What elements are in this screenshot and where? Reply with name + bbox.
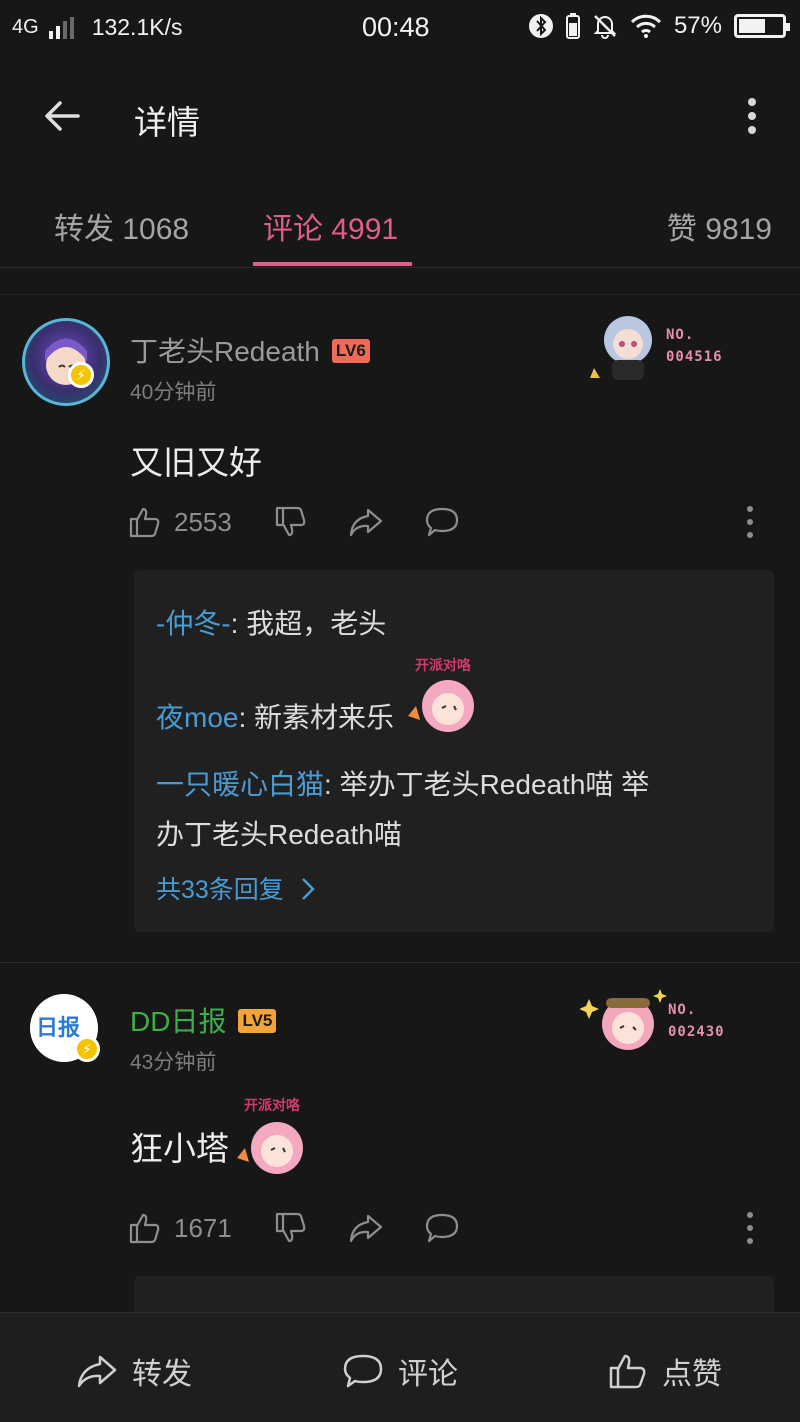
view-replies-label: 共33条回复 <box>156 876 284 904</box>
comment-button[interactable]: 评论 <box>342 1349 458 1393</box>
reply-preview-box[interactable] <box>134 1276 774 1316</box>
comment-more-icon[interactable] <box>746 504 754 540</box>
mute-bell-icon <box>593 15 617 39</box>
status-bar: 4G 132.1K/s 00:48 57% <box>0 0 800 56</box>
badge-no-value: 004516 <box>666 349 723 365</box>
battery-percent: 57% <box>673 12 722 39</box>
more-options-icon[interactable] <box>744 96 760 136</box>
fan-badge-number: NO. 004516 <box>666 324 723 368</box>
verified-icon: ⚡ <box>68 362 94 388</box>
comment-text: 又旧又好 <box>130 444 262 481</box>
repost-label: 转发 <box>132 1358 192 1391</box>
like-count: 2553 <box>174 506 232 537</box>
sticker-text: 开派对咯 <box>244 1097 301 1114</box>
tab-comments[interactable]: 评论 4991 <box>263 204 398 248</box>
fan-badge[interactable]: NO. 002430 <box>580 986 725 1056</box>
username-row: 丁老头Redeath LV6 <box>130 330 370 370</box>
badge-no-label: NO. <box>668 1002 697 1018</box>
tab-repost[interactable]: 转发 1068 <box>54 204 189 248</box>
reply-line: 夜moe: 新素材来乐 开派对咯 <box>156 656 484 736</box>
badge-no-label: NO. <box>666 327 695 343</box>
reply-line: 一只暖心白猫: 举办丁老头Redeath喵 举 办丁老头Redeath喵 <box>156 760 649 860</box>
reply-comment-icon[interactable] <box>424 1211 460 1245</box>
bluetooth-icon <box>528 14 553 38</box>
signal-icon <box>48 16 74 39</box>
username[interactable]: DD日报 <box>130 1006 226 1037</box>
like-post-button[interactable]: 点赞 <box>608 1349 722 1393</box>
level-badge: LV5 <box>238 1008 277 1033</box>
comment-icon <box>343 1354 383 1388</box>
tab-bar: 转发 1068 评论 4991 赞 9819 <box>0 176 800 268</box>
sticker-text: 开派对咯 <box>415 657 472 674</box>
avatar-art-icon <box>45 338 87 385</box>
thumb-down-icon[interactable] <box>274 1211 308 1245</box>
level-badge: LV6 <box>331 338 370 363</box>
like-count: 1671 <box>174 1212 232 1243</box>
divider <box>0 962 800 963</box>
reply-author[interactable]: -仲冬- <box>156 608 231 639</box>
back-arrow-icon[interactable] <box>40 94 84 138</box>
like-button[interactable]: 1671 <box>128 1211 232 1245</box>
like-button[interactable]: 2553 <box>128 505 232 539</box>
comment-item: ⚡ 丁老头Redeath LV6 40分钟前 NO. 004516 又旧又好 25… <box>0 296 800 960</box>
comment-time: 43分钟前 <box>130 1051 217 1074</box>
network-type: 4G <box>12 16 39 38</box>
verified-icon: ⚡ <box>74 1036 100 1062</box>
share-icon[interactable] <box>348 506 384 538</box>
fan-badge[interactable]: NO. 004516 <box>582 308 723 384</box>
battery-saver-icon <box>565 13 580 39</box>
comment-item: 日报 ⚡ DD日报 LV5 43分钟前 NO. 002430 狂小塔 开派对咯 <box>0 964 800 1316</box>
party-sticker: 开派对咯 <box>402 656 484 736</box>
thumb-up-icon <box>129 507 160 538</box>
tab-likes[interactable]: 赞 9819 <box>667 204 772 248</box>
username-row: DD日报 LV5 <box>130 1000 277 1040</box>
reply-line: -仲冬-: 我超，老头 <box>156 602 386 642</box>
comment-label: 评论 <box>398 1358 458 1391</box>
bottom-action-bar: 转发 评论 点赞 <box>0 1312 800 1422</box>
divider <box>0 294 800 295</box>
username[interactable]: 丁老头Redeath <box>130 336 320 367</box>
reply-text: : 新素材来乐 <box>238 702 395 733</box>
comment-content: 狂小塔 开派对咯 <box>130 1094 313 1174</box>
like-label: 点赞 <box>662 1358 722 1391</box>
tab-indicator <box>253 262 412 266</box>
fan-badge-number: NO. 002430 <box>668 999 725 1043</box>
comment-time: 40分钟前 <box>130 381 217 404</box>
comment-actions: 2553 <box>128 500 772 544</box>
fan-badge-character-icon <box>590 316 652 380</box>
fan-badge-character-icon <box>580 989 667 1050</box>
view-replies-link[interactable]: 共33条回复 <box>156 870 315 906</box>
avatar-text: 日报 <box>36 1015 81 1040</box>
reply-comment-icon[interactable] <box>424 505 460 539</box>
badge-no-value: 002430 <box>668 1024 725 1040</box>
page-title: 详情 <box>134 104 200 141</box>
share-icon[interactable] <box>348 1212 384 1244</box>
thumb-down-icon[interactable] <box>274 505 308 539</box>
comment-text: 狂小塔 <box>130 1130 229 1167</box>
chevron-right-icon <box>301 878 315 900</box>
comment-actions: 1671 <box>128 1206 772 1250</box>
reply-preview-box[interactable]: -仲冬-: 我超，老头 夜moe: 新素材来乐 开派对咯 一只暖心白猫: 举办丁… <box>134 570 774 932</box>
thumb-up-icon <box>129 1213 160 1244</box>
party-sticker: 开派对咯 <box>231 1094 313 1174</box>
reply-author[interactable]: 一只暖心白猫 <box>156 769 324 800</box>
wifi-icon <box>630 14 662 38</box>
network-speed: 132.1K/s <box>91 14 183 40</box>
app-bar: 详情 <box>0 56 800 176</box>
reply-text: : 我超，老头 <box>230 608 387 639</box>
reply-text-continued: 办丁老头Redeath喵 <box>156 819 402 850</box>
avatar[interactable] <box>22 318 110 406</box>
like-icon <box>609 1354 646 1389</box>
share-icon <box>77 1355 117 1388</box>
clock: 00:48 <box>362 12 430 42</box>
reply-author[interactable]: 夜moe <box>156 702 238 733</box>
repost-button[interactable]: 转发 <box>76 1349 192 1393</box>
battery-icon <box>734 14 790 38</box>
comment-more-icon[interactable] <box>746 1210 754 1246</box>
reply-text: : 举办丁老头Redeath喵 举 <box>324 769 650 800</box>
